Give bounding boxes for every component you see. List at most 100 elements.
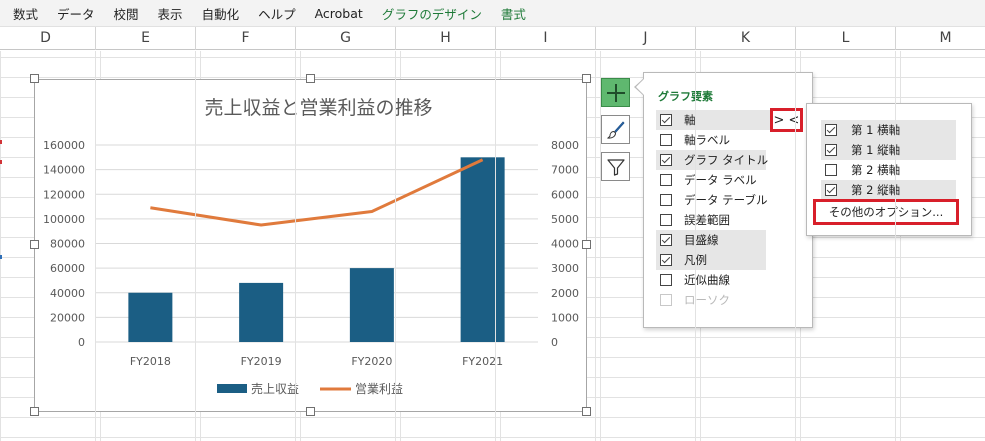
y-left-tick-label: 160000: [43, 139, 85, 152]
ribbon-tab[interactable]: 自動化: [193, 4, 250, 23]
ribbon-tab[interactable]: 校閲: [105, 4, 149, 23]
y-left-tick-label: 0: [78, 336, 85, 349]
axis-expand-button[interactable]: > <: [770, 108, 803, 132]
ribbon-tab[interactable]: ヘルプ: [249, 4, 306, 23]
axis-option[interactable]: 第 1 横軸: [821, 120, 956, 140]
y-right-tick-label: 0: [551, 336, 558, 349]
checkbox[interactable]: [660, 254, 672, 266]
checkbox[interactable]: [660, 134, 672, 146]
resize-handle-bottom[interactable]: [306, 407, 315, 416]
column-header[interactable]: M: [896, 27, 985, 50]
panel-pointer-inner: [636, 79, 644, 95]
panel-title: グラフ要素: [658, 90, 713, 103]
ribbon-tab[interactable]: 数式: [4, 4, 48, 23]
checkbox[interactable]: [660, 194, 672, 206]
chart-elements-button[interactable]: [601, 78, 630, 107]
legend-swatch-bar: [217, 384, 247, 393]
chart-element-label: 目盛線: [684, 233, 719, 247]
axis-option[interactable]: 第 2 縦軸: [821, 180, 956, 200]
checkbox[interactable]: [660, 274, 672, 286]
chart-styles-button[interactable]: [601, 115, 630, 144]
brush-icon: [606, 120, 625, 139]
chart-filters-button[interactable]: [601, 152, 630, 181]
chart-element-option[interactable]: 軸: [656, 110, 780, 130]
grid-column-line: [95, 51, 96, 441]
chart-element-option[interactable]: グラフ タイトル: [656, 150, 768, 170]
ribbon-tab[interactable]: Acrobat: [306, 6, 373, 21]
resize-handle-top-left[interactable]: [30, 74, 39, 83]
checkbox[interactable]: [660, 214, 672, 226]
y-left-tick-label: 60000: [50, 262, 85, 275]
legend-label: 売上収益: [251, 381, 299, 396]
y-left-tick-label: 120000: [43, 188, 85, 201]
combo-chart[interactable]: 売上収益と営業利益の推移0200004000060000800001000001…: [35, 80, 588, 413]
chart-element-option[interactable]: 軸ラベル: [656, 130, 766, 150]
more-options-button[interactable]: その他のオプション...: [813, 199, 959, 225]
checkbox[interactable]: [660, 174, 672, 186]
chart-element-option[interactable]: 凡例: [656, 250, 766, 270]
grid-column-line: [595, 51, 596, 441]
ribbon-tab[interactable]: 表示: [149, 4, 193, 23]
y-right-tick-label: 8000: [551, 139, 579, 152]
checkbox[interactable]: [660, 114, 672, 126]
y-left-tick-label: 80000: [50, 238, 85, 251]
chart-element-label: データ テーブル: [684, 193, 768, 207]
ribbon-tab[interactable]: 書式: [492, 4, 536, 23]
chart-element-label: 近似曲線: [684, 273, 730, 287]
ribbon-tab[interactable]: データ: [48, 4, 105, 23]
chart-element-option[interactable]: データ ラベル: [656, 170, 766, 190]
ribbon-tab[interactable]: グラフのデザイン: [373, 4, 492, 23]
chart-element-label: 誤差範囲: [684, 213, 730, 227]
resize-handle-bottom-right[interactable]: [582, 407, 591, 416]
column-header[interactable]: K: [696, 27, 796, 50]
column-header[interactable]: J: [596, 27, 696, 50]
y-left-tick-label: 140000: [43, 164, 85, 177]
chart-element-option[interactable]: 近似曲線: [656, 270, 766, 290]
ribbon-tabs: 数式 データ 校閲 表示 自動化 ヘルプ Acrobat グラフのデザイン 書式: [0, 0, 985, 27]
axis-option[interactable]: 第 1 縦軸: [821, 140, 956, 160]
column-header[interactable]: E: [96, 27, 196, 50]
chart-element-option[interactable]: データ テーブル: [656, 190, 768, 210]
resize-handle-right[interactable]: [582, 240, 591, 249]
axis-option-label: 第 2 横軸: [851, 163, 901, 177]
checkbox[interactable]: [825, 184, 837, 196]
y-left-tick-label: 100000: [43, 213, 85, 226]
checkbox: [660, 294, 672, 306]
column-header[interactable]: D: [0, 27, 96, 50]
column-header[interactable]: I: [496, 27, 596, 50]
chart-element-option: ローソク: [656, 290, 766, 310]
y-right-tick-label: 6000: [551, 188, 579, 201]
chart-element-option[interactable]: 目盛線: [656, 230, 766, 250]
axis-option[interactable]: 第 2 横軸: [821, 160, 956, 180]
y-right-tick-label: 5000: [551, 213, 579, 226]
x-tick-label: FY2021: [462, 355, 503, 368]
chart-element-label: 軸ラベル: [684, 133, 730, 147]
grid-column-line: [195, 51, 196, 441]
checkbox[interactable]: [660, 154, 672, 166]
resize-handle-left[interactable]: [30, 240, 39, 249]
checkbox[interactable]: [825, 144, 837, 156]
y-right-tick-label: 2000: [551, 287, 579, 300]
row-marker-red: [0, 140, 2, 144]
chart-element-label: ローソク: [684, 293, 730, 307]
checkbox[interactable]: [660, 234, 672, 246]
column-header[interactable]: F: [196, 27, 296, 50]
grid-column-line: [795, 51, 796, 441]
chart-title: 売上収益と営業利益の推移: [204, 97, 432, 119]
bar: [239, 282, 284, 342]
column-header[interactable]: G: [296, 27, 396, 50]
checkbox[interactable]: [825, 164, 837, 176]
grid-column-line: [395, 51, 396, 441]
resize-handle-bottom-left[interactable]: [30, 407, 39, 416]
y-right-tick-label: 4000: [551, 238, 579, 251]
resize-handle-top-right[interactable]: [582, 74, 591, 83]
chart-area[interactable]: 売上収益と営業利益の推移 0 20000 40000 60000 80000 100000 1…: [34, 79, 587, 412]
chart-element-option[interactable]: 誤差範囲: [656, 210, 766, 230]
x-tick-label: FY2019: [241, 355, 282, 368]
chart-element-label: 軸: [684, 113, 696, 127]
checkbox[interactable]: [825, 124, 837, 136]
x-tick-label: FY2018: [130, 355, 171, 368]
column-header[interactable]: L: [796, 27, 896, 50]
resize-handle-top[interactable]: [306, 74, 315, 83]
column-header[interactable]: H: [396, 27, 496, 50]
